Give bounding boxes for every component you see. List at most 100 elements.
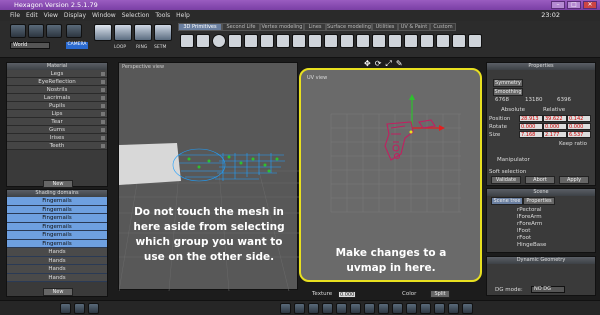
- texture-field[interactable]: 0.000: [338, 291, 356, 298]
- tab-surface-modeling[interactable]: Surface modeling: [326, 23, 372, 31]
- position-x[interactable]: 28.913: [519, 115, 543, 122]
- primitive-prism-icon[interactable]: [340, 34, 354, 48]
- menu-help[interactable]: Help: [176, 10, 190, 21]
- menu-file[interactable]: File: [10, 10, 20, 21]
- primitive-capsule-icon[interactable]: [324, 34, 338, 48]
- dg-mode-select[interactable]: NO DG: [531, 286, 565, 293]
- uv-island[interactable]: [384, 119, 436, 161]
- manipulator-checkbox[interactable]: Manipulator: [497, 157, 530, 163]
- scene-item[interactable]: lForeArm: [517, 214, 542, 220]
- primitive-tube-icon[interactable]: [276, 34, 290, 48]
- shading-item[interactable]: Fingernails: [7, 205, 107, 214]
- primitive-grid-icon[interactable]: [452, 34, 466, 48]
- size-x[interactable]: 7.168: [519, 131, 543, 138]
- position-z[interactable]: 0.142: [567, 115, 591, 122]
- material-new-button[interactable]: New: [43, 180, 73, 188]
- maximize-button[interactable]: □: [567, 1, 581, 9]
- arc-icon[interactable]: [28, 24, 44, 38]
- scene-tree-tab[interactable]: Scene tree: [491, 197, 523, 205]
- close-button[interactable]: ✕: [583, 1, 597, 9]
- ring-select-icon[interactable]: [134, 24, 152, 41]
- material-item[interactable]: Gums: [7, 126, 107, 134]
- material-item[interactable]: Legs: [7, 70, 107, 78]
- shading-item[interactable]: Hands: [7, 248, 107, 257]
- shading-item[interactable]: Fingernails: [7, 214, 107, 223]
- absolute-radio[interactable]: Absolute: [501, 107, 525, 113]
- shading-item[interactable]: Fingernails: [7, 222, 107, 231]
- uv-scale-icon[interactable]: ⤢: [385, 59, 391, 69]
- bottom-tool-icon[interactable]: [378, 303, 389, 314]
- material-item[interactable]: Pupils: [7, 102, 107, 110]
- hand-mesh[interactable]: [172, 148, 285, 182]
- tab-lines[interactable]: Lines: [304, 23, 326, 31]
- bottom-tool-icon[interactable]: [88, 303, 99, 314]
- primitive-plane-icon[interactable]: [180, 34, 194, 48]
- bottom-tool-icon[interactable]: [74, 303, 85, 314]
- loop-select-icon[interactable]: [114, 24, 132, 41]
- primitive-gear-icon[interactable]: [388, 34, 402, 48]
- uv-view-panel[interactable]: UV view Make changes to a uvmap in here.: [299, 68, 482, 282]
- brush-icon[interactable]: [10, 24, 26, 38]
- bottom-tool-icon[interactable]: [350, 303, 361, 314]
- primitive-cone-icon[interactable]: [244, 34, 258, 48]
- shading-new-button[interactable]: New: [43, 288, 73, 296]
- material-item[interactable]: Irises: [7, 134, 107, 142]
- primitive-spiral-icon[interactable]: [468, 34, 482, 48]
- primitive-sphere-icon[interactable]: [212, 34, 226, 48]
- uv-axis-arrow[interactable]: [411, 98, 441, 129]
- primitive-cylinder-icon[interactable]: [228, 34, 242, 48]
- camera-button[interactable]: CAMERA: [66, 42, 88, 49]
- rotate-x[interactable]: 0.000: [519, 123, 543, 130]
- relative-radio[interactable]: Relative: [543, 107, 565, 113]
- bottom-tool-icon[interactable]: [294, 303, 305, 314]
- shading-item[interactable]: Fingernails: [7, 231, 107, 240]
- shading-item[interactable]: Hands: [7, 265, 107, 274]
- shading-item[interactable]: Fingernails: [7, 239, 107, 248]
- tab-vertex-modeling[interactable]: Vertex modeling: [260, 23, 304, 31]
- abort-button[interactable]: Abort: [525, 176, 555, 184]
- primitive-spring-icon[interactable]: [404, 34, 418, 48]
- bottom-tool-icon[interactable]: [462, 303, 473, 314]
- minimize-button[interactable]: –: [551, 1, 565, 9]
- bottom-tool-icon[interactable]: [448, 303, 459, 314]
- split-button[interactable]: Split: [430, 290, 450, 298]
- smoothing-tab[interactable]: Smoothing: [493, 88, 523, 96]
- soft-selection-checkbox[interactable]: Soft selection: [489, 169, 526, 175]
- bottom-tool-icon[interactable]: [336, 303, 347, 314]
- bottom-tool-icon[interactable]: [434, 303, 445, 314]
- bottom-tool-icon[interactable]: [60, 303, 71, 314]
- lasso-icon[interactable]: [46, 24, 62, 38]
- bottom-tool-icon[interactable]: [420, 303, 431, 314]
- shading-item[interactable]: Fingernails: [7, 197, 107, 206]
- menu-view[interactable]: View: [44, 10, 58, 21]
- tab-custom[interactable]: Custom: [430, 23, 456, 31]
- cube-mode-icon[interactable]: [94, 24, 112, 41]
- shading-item[interactable]: Hands: [7, 273, 107, 282]
- material-item[interactable]: EyeReflection: [7, 78, 107, 86]
- material-item[interactable]: Lips: [7, 110, 107, 118]
- uv-rotate-icon[interactable]: ⟳: [375, 59, 382, 69]
- bottom-tool-icon[interactable]: [406, 303, 417, 314]
- primitive-pyramid-icon[interactable]: [308, 34, 322, 48]
- menu-selection[interactable]: Selection: [122, 10, 150, 21]
- primitive-box-icon[interactable]: [420, 34, 434, 48]
- tab-3d-primitives[interactable]: 3D Primitives: [178, 23, 222, 31]
- symmetry-tab[interactable]: Symmetry: [493, 79, 523, 87]
- material-item[interactable]: Tear: [7, 118, 107, 126]
- bottom-tool-icon[interactable]: [322, 303, 333, 314]
- material-item[interactable]: Nostrils: [7, 86, 107, 94]
- scene-item[interactable]: rForeArm: [517, 221, 542, 227]
- scene-item[interactable]: rFoot: [517, 235, 531, 241]
- bottom-tool-icon[interactable]: [364, 303, 375, 314]
- world-select[interactable]: World: [10, 42, 50, 49]
- shading-item[interactable]: Hands: [7, 256, 107, 265]
- menu-tools[interactable]: Tools: [155, 10, 170, 21]
- validate-button[interactable]: Validate: [491, 176, 521, 184]
- primitive-torus-icon[interactable]: [260, 34, 274, 48]
- primitive-tetra-icon[interactable]: [436, 34, 450, 48]
- tab-uv-paint[interactable]: UV & Paint: [398, 23, 430, 31]
- material-item[interactable]: Lacrimals: [7, 94, 107, 102]
- tab-utilities[interactable]: Utilities: [372, 23, 398, 31]
- position-y[interactable]: 39.622: [543, 115, 567, 122]
- scene-item[interactable]: lFoot: [517, 228, 530, 234]
